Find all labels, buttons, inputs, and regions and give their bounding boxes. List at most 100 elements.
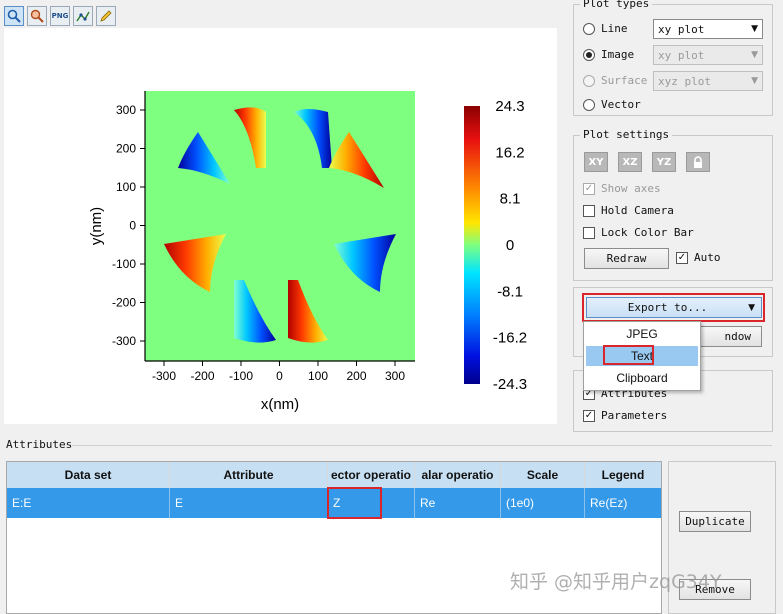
watermark-text: 知乎 @知乎用户zqG34Y xyxy=(510,571,722,593)
view-xz-button[interactable]: XZ xyxy=(618,152,642,172)
menu-item-clipboard[interactable]: Clipboard xyxy=(586,368,698,388)
cell-scalar-op[interactable]: Re xyxy=(415,488,501,518)
menu-item-clipboard-label: Clipboard xyxy=(616,371,668,385)
show-parameters-label: Parameters xyxy=(601,409,668,422)
auto-check[interactable]: ✓ xyxy=(676,251,688,264)
column-header-scale[interactable]: Scale xyxy=(501,462,585,488)
redraw-label: Redraw xyxy=(606,252,647,265)
y-tick-label: 0 xyxy=(129,219,136,233)
y-tick-label: 100 xyxy=(116,180,136,194)
surface-type-select[interactable]: xyz plot ▼ xyxy=(653,71,763,91)
color-bar-tick-label: 8.1 xyxy=(500,191,521,208)
x-tick-label: -200 xyxy=(190,369,214,383)
plot-settings-title: Plot settings xyxy=(580,128,673,141)
y-axis-ticks: 300 200 100 0 -100 -200 -300 xyxy=(112,103,145,348)
x-tick-label: 0 xyxy=(276,369,283,383)
radio-surface-label: Surface xyxy=(601,74,648,87)
show-axes-label: Show axes xyxy=(601,182,661,195)
radio-line-label: Line xyxy=(601,22,628,35)
radio-surface-indicator[interactable] xyxy=(583,74,595,87)
view-yz-button[interactable]: YZ xyxy=(652,152,676,172)
plot-toolbar: PNG xyxy=(4,6,116,26)
y-tick-label: 200 xyxy=(116,142,136,156)
hold-camera-checkbox[interactable]: Hold Camera xyxy=(583,204,674,217)
zoom-icon[interactable] xyxy=(4,6,24,26)
markers-icon[interactable] xyxy=(73,6,93,26)
auto-label: Auto xyxy=(694,251,721,264)
radio-image-indicator[interactable] xyxy=(583,48,595,61)
png-export-icon[interactable]: PNG xyxy=(50,6,70,26)
surface-type-value: xyz plot xyxy=(658,74,711,88)
y-tick-label: -100 xyxy=(112,257,136,271)
color-bar xyxy=(464,106,480,384)
cell-attribute[interactable]: E xyxy=(170,488,328,518)
hold-camera-check[interactable] xyxy=(583,204,595,217)
new-window-label: ndow xyxy=(724,330,752,343)
column-header-vector-op[interactable]: ector operatio xyxy=(328,462,415,488)
radio-image[interactable]: Image xyxy=(583,48,634,61)
plot-canvas[interactable]: -300 -200 -100 0 100 200 300 300 200 100 0 -100 -20… xyxy=(4,28,557,424)
field-background xyxy=(145,91,415,361)
show-parameters-checkbox[interactable]: ✓ Parameters xyxy=(583,409,667,422)
cell-scale[interactable]: (1e0) xyxy=(501,488,585,518)
hold-camera-label: Hold Camera xyxy=(601,204,674,217)
menu-item-jpeg[interactable]: JPEG xyxy=(586,324,698,344)
lock-color-bar-check[interactable] xyxy=(583,226,595,239)
column-header-legend[interactable]: Legend xyxy=(585,462,661,488)
chevron-down-icon: ▼ xyxy=(751,24,758,34)
lock-color-bar-label: Lock Color Bar xyxy=(601,226,694,239)
color-bar-tick-label: -24.3 xyxy=(493,376,527,393)
radio-line[interactable]: Line xyxy=(583,22,628,35)
auto-checkbox[interactable]: ✓ Auto xyxy=(676,251,721,264)
cell-dataset[interactable]: E:E xyxy=(7,488,170,518)
show-axes-checkbox[interactable]: ✓ Show axes xyxy=(583,182,661,195)
lock-view-button[interactable] xyxy=(686,152,710,172)
line-type-select[interactable]: xy plot ▼ xyxy=(653,19,763,39)
column-header-attribute[interactable]: Attribute xyxy=(170,462,328,488)
field-plot: -300 -200 -100 0 100 200 300 300 200 100 0 -100 -20… xyxy=(88,91,527,413)
color-bar-tick-label: -16.2 xyxy=(493,330,527,347)
zoom-reset-icon[interactable] xyxy=(27,6,47,26)
y-axis-label: y(nm) xyxy=(88,207,105,245)
png-label: PNG xyxy=(51,12,69,20)
vector-op-highlight xyxy=(327,487,382,519)
x-tick-label: -300 xyxy=(152,369,176,383)
pencil-icon[interactable] xyxy=(96,6,116,26)
color-bar-ticks: 24.3 16.2 8.1 0 -8.1 -16.2 -24.3 xyxy=(493,98,527,393)
y-tick-label: -200 xyxy=(112,296,136,310)
radio-vector-label: Vector xyxy=(601,98,641,111)
color-bar-tick-label: -8.1 xyxy=(497,283,523,300)
x-axis-ticks: -300 -200 -100 0 100 200 300 xyxy=(152,361,405,383)
image-type-select[interactable]: xy plot ▼ xyxy=(653,45,763,65)
radio-image-label: Image xyxy=(601,48,635,61)
cell-legend[interactable]: Re(Ez) xyxy=(585,488,661,518)
line-type-value: xy plot xyxy=(658,22,705,36)
table-header: Data set Attribute ector operatio alar o… xyxy=(7,462,661,488)
plot-types-title: Plot types xyxy=(580,0,653,10)
attributes-section-title: Attributes xyxy=(6,438,73,451)
menu-item-jpeg-label: JPEG xyxy=(626,327,658,341)
y-tick-label: -300 xyxy=(112,334,136,348)
show-parameters-check[interactable]: ✓ xyxy=(583,409,595,422)
column-header-scalar-op[interactable]: alar operatio xyxy=(415,462,501,488)
color-bar-tick-label: 0 xyxy=(506,237,514,254)
text-item-highlight xyxy=(603,345,654,365)
redraw-button[interactable]: Redraw xyxy=(584,248,669,269)
radio-vector[interactable]: Vector xyxy=(583,98,641,111)
duplicate-button[interactable]: Duplicate xyxy=(679,511,751,532)
x-tick-label: 200 xyxy=(346,369,366,383)
attributes-divider xyxy=(72,445,772,446)
x-tick-label: -100 xyxy=(229,369,253,383)
x-axis-label: x(nm) xyxy=(261,396,299,413)
show-axes-check[interactable]: ✓ xyxy=(583,182,595,195)
lock-icon xyxy=(694,155,702,168)
y-tick-label: 300 xyxy=(116,103,136,117)
radio-surface[interactable]: Surface xyxy=(583,74,647,87)
view-yz-label: YZ xyxy=(656,156,672,168)
view-xy-button[interactable]: XY xyxy=(584,152,608,172)
radio-vector-indicator[interactable] xyxy=(583,98,595,111)
lock-color-bar-checkbox[interactable]: Lock Color Bar xyxy=(583,226,694,239)
column-header-dataset[interactable]: Data set xyxy=(7,462,170,488)
color-bar-tick-label: 16.2 xyxy=(495,144,524,161)
radio-line-indicator[interactable] xyxy=(583,22,595,35)
